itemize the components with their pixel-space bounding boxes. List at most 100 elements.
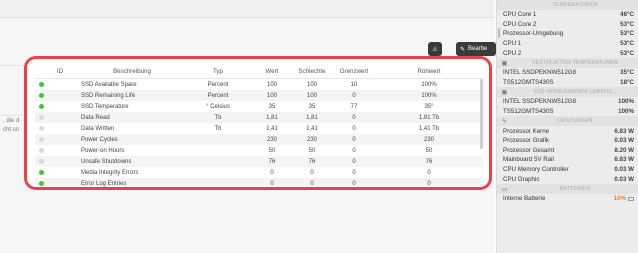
cell-desc: SSD Temperature [81,103,129,110]
sensor-row[interactable]: Mainboard 5V Rail 6.83 W [497,155,638,165]
sidebar-section-header[interactable]: ϟ LEISTUNGEN [497,116,638,127]
col-header-schlechte[interactable]: Schlechte [291,68,333,75]
sensor-row[interactable]: Prozessor Kerne 6.83 W [497,126,638,136]
disk-icon: ▣ [501,89,508,97]
cell-gre: 10 [350,81,358,88]
status-dot-icon [38,82,44,87]
cell-desc: Data Read [81,114,110,121]
status-cell [35,115,47,120]
status-dot-icon [38,104,44,109]
cell-desc: Power-on Hours [81,147,125,154]
cell-roh: 230 [423,136,434,143]
sensor-row[interactable]: Prozessor Gesamt 8.20 W [497,146,638,156]
cell-desc: Unsafe Shutdowns [81,158,132,165]
cell-roh: 0 [427,180,431,187]
sensor-row[interactable]: CPU Core 1 46°C [497,10,638,20]
col-header-beschreibung[interactable]: Beschreibung [73,68,183,75]
col-header-grenzwert[interactable]: Grenzwert [333,68,375,75]
table-row[interactable]: Power-on Hours 50 50 0 50 [35,145,483,156]
sensor-row[interactable]: INTEL SSDPEKNW512G8 100% [497,97,638,107]
status-dot-icon [38,126,44,131]
table-row[interactable]: Unsafe Shutdowns 76 76 0 76 [35,156,483,167]
status-dot-icon [38,115,44,120]
sidebar-section-header[interactable]: ▣ SSD VERBLEIBENDE LEBENS... [497,87,638,98]
cell-typ: ° Celsius [206,103,230,110]
sensor-row[interactable]: CPU Memory Controller 0.03 W [497,165,638,175]
edit-button[interactable]: ✎ Bearbe [456,42,496,56]
cell-roh: 35° [424,103,434,110]
sensor-value: 8.20 W [614,146,634,154]
sensor-value: 0.03 W [614,175,634,183]
table-row[interactable]: SSD Temperature ° Celsius 35 35 77 35° [35,101,483,112]
table-row[interactable]: SSD Remaining Life Percent 100 100 0 100% [35,90,483,101]
col-header-typ[interactable]: Typ [183,68,253,75]
table-header: ID Beschreibung Typ Wert Schlechte Grenz… [35,65,483,79]
sensor-row[interactable]: TS512GMTS430S 100% [497,107,638,117]
sensor-value: 46°C [620,11,634,19]
table-row[interactable]: Error Log Entries 0 0 0 0 [35,178,483,187]
cell-desc: Data Written [81,125,115,132]
col-header-id[interactable]: ID [47,68,73,75]
sensor-row[interactable]: INTEL SSDPEKNW512G8 35°C [497,68,638,78]
cell-sch: 1,81 [306,114,318,121]
sensor-row[interactable]: CPU 2 53°C [497,48,638,58]
cell-typ: Percent [207,81,229,88]
col-header-rohwert[interactable]: Rohwert [375,68,483,75]
cell-gre: 0 [352,169,356,176]
sensor-row[interactable]: TS512GMTS430S 18°C [497,78,638,88]
section-title: LEISTUNGEN [557,118,593,125]
sensor-label: TS512GMTS430S [503,108,554,116]
sensor-label: CPU Core 1 [503,11,537,19]
cell-gre: 0 [352,147,356,154]
sensor-value: 6.83 W [614,127,634,135]
sensor-label: Prozessor Gesamt [503,146,555,154]
sidebar: TEMPERATUREN CPU Core 1 46°C CPU Core 2 53°C… [496,0,638,253]
cell-roh: 0 [427,169,431,176]
sensor-row[interactable]: CPU 1 53°C [497,39,638,49]
sensor-row[interactable]: Interne Batterie 10% [497,194,638,204]
cell-desc: Media Integrity Errors [81,169,139,176]
status-cell [35,104,47,109]
warning-icon: ⚠ [432,46,438,53]
sensor-label: CPU 2 [503,49,522,57]
section-title: BATTERIEN [559,185,591,192]
status-dot-icon [38,93,44,98]
battery-value: 10% [614,195,634,202]
cell-wert: 100 [266,81,277,88]
table-row[interactable]: Media Integrity Errors 0 0 0 0 [35,167,483,178]
cell-sch: 100 [306,81,317,88]
cell-roh: 76 [425,158,433,165]
table-row[interactable]: Data Read Tb 1,81 1,81 0 1,81 Tb [35,112,483,123]
warning-button[interactable]: ⚠ [428,42,442,56]
cell-typ: Tb [214,114,222,121]
cell-wert: 50 [268,147,276,154]
scrollbar[interactable] [480,79,483,149]
sensor-label: INTEL SSDPEKNW512G8 [503,98,577,106]
sensor-value: 53°C [620,40,634,48]
sensor-label: CPU 1 [503,40,522,48]
window-toolbar [0,0,494,18]
table-row[interactable]: Power Cycles 230 230 0 230 [35,134,483,145]
sensor-label: CPU Memory Controller [503,166,569,174]
sidebar-section-header[interactable]: ▣ FESTPLATTEN-TEMPERATUREN [497,57,638,68]
sidebar-scrollbar[interactable] [498,28,500,38]
bolt-icon: ϟ [502,117,507,125]
sensor-row[interactable]: CPU Core 2 53°C [497,20,638,30]
cell-sch: 0 [310,180,314,187]
cell-wert: 1,41 [266,125,278,132]
sensor-row[interactable]: Prozessor Grafik 0.03 W [497,136,638,146]
cell-desc: SSD Remaining Life [81,92,136,99]
sensor-label: CPU Graphic [503,175,540,183]
sidebar-section-header[interactable]: TEMPERATUREN [497,0,638,10]
cell-roh: 100% [421,92,437,99]
col-header-wert[interactable]: Wert [253,68,291,75]
cell-roh: 100% [421,81,437,88]
sensor-row[interactable]: CPU Graphic 0.03 W [497,174,638,184]
battery-icon: ▭ [501,185,508,193]
status-cell [35,148,47,153]
sensor-row[interactable]: Prozessor-Umgebung 53°C [497,29,638,39]
sensor-value: 53°C [620,49,634,57]
sidebar-section-header[interactable]: ▭ BATTERIEN [497,183,638,194]
table-row[interactable]: SSD Available Spare Percent 100 100 10 100% [35,79,483,90]
table-row[interactable]: Data Written Tb 1,41 1,41 0 1,41 Tb [35,123,483,134]
